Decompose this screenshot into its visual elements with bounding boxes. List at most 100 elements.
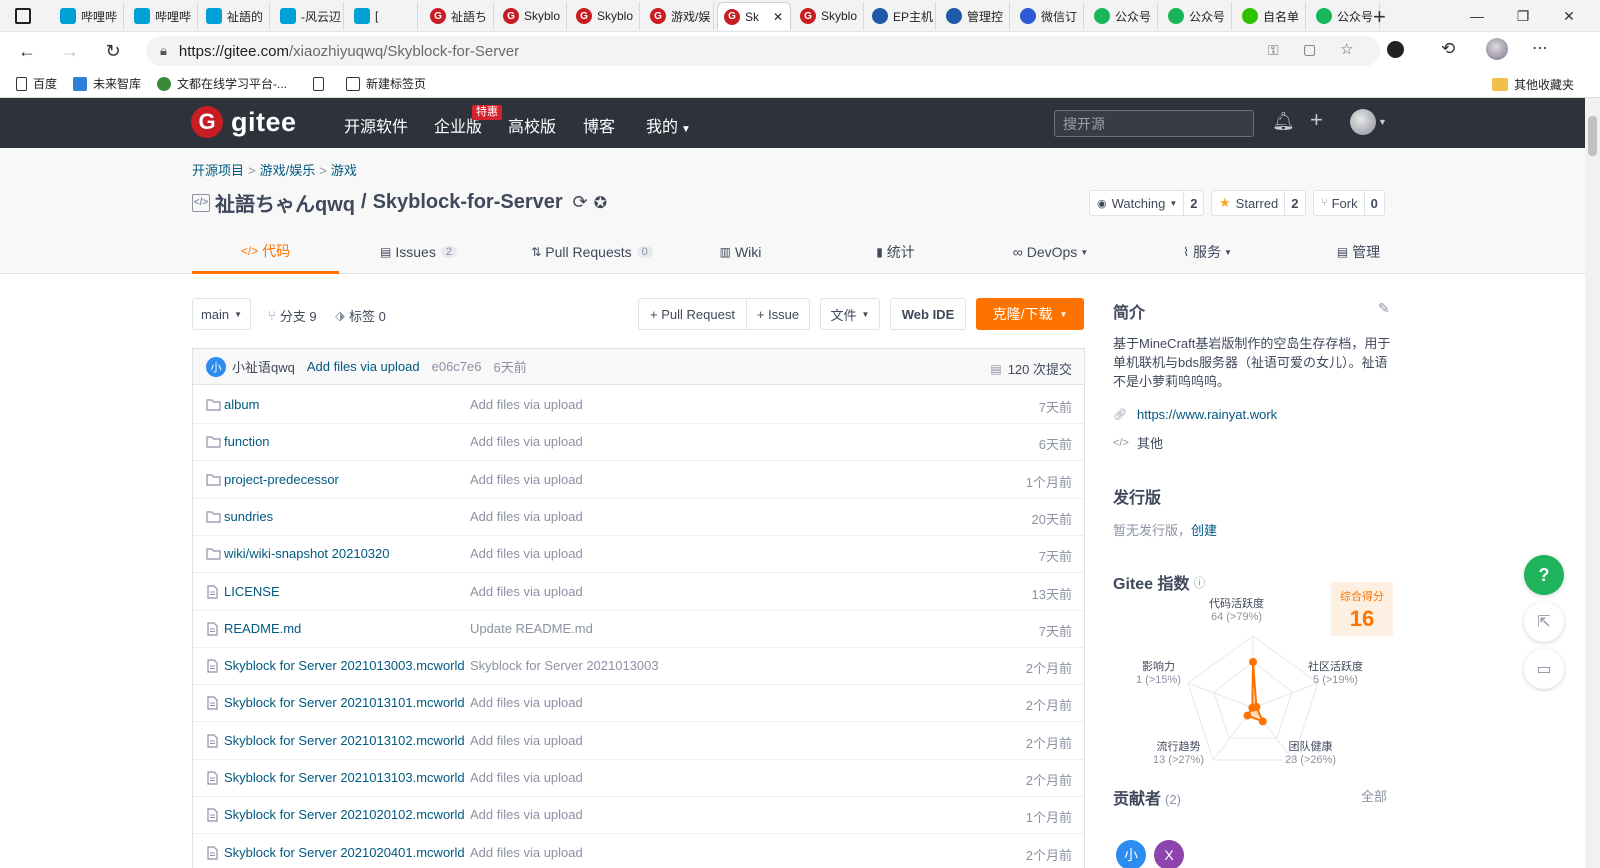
file-name[interactable]: LICENSE — [224, 584, 467, 599]
gvp-icon[interactable]: ✪ — [594, 193, 607, 213]
file-commit-message[interactable]: Add files via upload — [470, 434, 950, 449]
tab-pull-requests[interactable]: ⇅ Pull Requests 0 — [502, 230, 682, 274]
tab-manage[interactable]: ▤ 管理 — [1285, 230, 1432, 274]
branch-select[interactable]: main ▼ — [192, 298, 251, 330]
file-commit-message[interactable]: Add files via upload — [470, 695, 950, 710]
browser-tab[interactable]: 哔哩哔 — [54, 2, 124, 30]
close-window-icon[interactable]: ✕ — [1546, 0, 1592, 32]
file-row[interactable]: Skyblock for Server 2021013003.mcworld Sk… — [193, 647, 1084, 686]
other-bookmarks[interactable]: 其他收藏夹 — [1492, 76, 1574, 93]
project-owner[interactable]: 祉語ちゃんqwq — [215, 188, 355, 217]
fork-button[interactable]: ⑂ Fork 0 — [1313, 190, 1385, 216]
file-commit-message[interactable]: Add files via upload — [470, 546, 950, 561]
file-row[interactable]: function Add files via upload 6天前 — [193, 423, 1084, 462]
issue-button[interactable]: + Issue — [746, 298, 810, 330]
browser-tab[interactable]: G 祉語ち — [424, 2, 494, 30]
file-row[interactable]: project-predecessor Add files via upload 1… — [193, 461, 1084, 499]
file-name[interactable]: Skyblock for Server 2021020401.mcworld — [224, 845, 467, 860]
file-row[interactable]: README.md Update README.md 7天前 — [193, 610, 1084, 648]
file-row[interactable]: Skyblock for Server 2021020102.mcworld Ad… — [193, 796, 1084, 835]
file-commit-message[interactable]: Add files via upload — [470, 807, 950, 822]
file-name[interactable]: project-predecessor — [224, 472, 467, 487]
file-row[interactable]: Skyblock for Server 2021020401.mcworld Ad… — [193, 834, 1084, 868]
file-name[interactable]: README.md — [224, 621, 467, 636]
page-scrollbar[interactable] — [1585, 98, 1600, 868]
file-name[interactable]: Skyblock for Server 2021013102.mcworld — [224, 733, 467, 748]
browser-tab[interactable]: G 游戏/娱 — [644, 2, 714, 30]
commit-count-link[interactable]: ▤ 120 次提交 — [990, 359, 1072, 378]
nav-mine[interactable]: 我的 ▼ — [646, 113, 691, 137]
gitee-logo[interactable]: G gitee — [191, 106, 297, 138]
file-commit-message[interactable]: Update README.md — [470, 621, 950, 636]
browser-tab[interactable]: G Sk ✕ — [717, 2, 791, 30]
more-menu-icon[interactable]: ⋯ — [1532, 38, 1548, 58]
watch-count[interactable]: 2 — [1184, 196, 1203, 211]
user-avatar[interactable] — [1350, 109, 1376, 135]
star-button[interactable]: ★ Starred 2 — [1211, 190, 1306, 216]
back-icon[interactable]: ← — [13, 38, 41, 64]
browser-tab[interactable]: G Skyblo — [570, 2, 640, 30]
tab-issues[interactable]: ▤ Issues 2 — [345, 230, 492, 274]
project-name[interactable]: Skyblock-for-Server — [373, 191, 563, 214]
author-avatar[interactable]: 小 — [206, 356, 226, 377]
watch-button[interactable]: ◉ Watching ▼ 2 — [1089, 190, 1205, 216]
key-icon[interactable]: ⚿ — [1268, 42, 1279, 59]
browser-tab[interactable]: G Skyblo — [497, 2, 567, 30]
share-float-icon[interactable]: ⇱ — [1524, 602, 1564, 642]
nav-university[interactable]: 高校版 — [508, 113, 556, 137]
bookmark-newtab[interactable]: 新建标签页 — [346, 75, 426, 92]
browser-tab[interactable]: 公众号 — [1162, 2, 1232, 30]
breadcrumb-item[interactable]: 开源项目 — [192, 163, 244, 178]
file-commit-message[interactable]: Skyblock for Server 2021013003 — [470, 658, 950, 673]
file-commit-message[interactable]: Add files via upload — [470, 584, 950, 599]
contributor-avatar[interactable]: 小 — [1116, 840, 1146, 868]
tab-services[interactable]: ⌇ 服务 ▼ — [1134, 230, 1281, 274]
file-row[interactable]: Skyblock for Server 2021013103.mcworld Ad… — [193, 759, 1084, 797]
contributor-avatar[interactable]: X — [1154, 840, 1184, 868]
commit-message[interactable]: Add files via upload — [307, 359, 420, 374]
file-name[interactable]: Skyblock for Server 2021013101.mcworld — [224, 695, 467, 710]
file-row[interactable]: Skyblock for Server 2021013101.mcworld Ad… — [193, 684, 1084, 723]
branches-link[interactable]: ⑂ 分支 9 — [268, 306, 317, 325]
search-input[interactable]: 搜开源 — [1054, 110, 1254, 137]
bookmark-wendu[interactable]: 文都在线学习平台-... — [157, 75, 287, 92]
browser-tab[interactable]: -风云辺 — [274, 2, 344, 30]
tags-link[interactable]: ⬗ 标签 0 — [335, 306, 386, 325]
browser-tab[interactable]: G Skyblo — [794, 2, 864, 30]
browser-tab[interactable]: 管理控 — [940, 2, 1010, 30]
file-commit-message[interactable]: Add files via upload — [470, 845, 950, 860]
browser-tab[interactable]: 哔哩哔 — [128, 2, 198, 30]
commit-hash[interactable]: e06c7e6 — [432, 359, 482, 374]
browser-tab[interactable]: 公众号 — [1310, 2, 1380, 30]
clone-download-button[interactable]: 克隆/下载 ▼ — [976, 298, 1084, 330]
breadcrumb-item[interactable]: 游戏/娱乐 — [260, 163, 316, 178]
plus-icon[interactable]: + — [1310, 107, 1323, 133]
contributors-all-link[interactable]: 全部 — [1361, 786, 1387, 805]
sync-icon[interactable]: ⟳ — [573, 192, 588, 213]
browser-tab[interactable]: EP主机 — [866, 2, 936, 30]
extension-icon[interactable] — [1387, 41, 1404, 58]
file-name[interactable]: function — [224, 434, 467, 449]
bell-icon[interactable]: 🔔︎ — [1272, 111, 1295, 132]
tab-devops[interactable]: ∞ DevOps ▼ — [977, 230, 1124, 274]
edit-icon[interactable]: ✎ — [1378, 300, 1390, 317]
create-release-link[interactable]: 创建 — [1191, 523, 1217, 538]
website-link[interactable]: 🔗︎ https://www.rainyat.work — [1113, 407, 1277, 422]
file-name[interactable]: Skyblock for Server 2021013103.mcworld — [224, 770, 467, 785]
tab-stats[interactable]: ▮ 统计 — [822, 230, 969, 274]
pull-request-button[interactable]: + Pull Request — [638, 298, 747, 330]
file-commit-message[interactable]: Add files via upload — [470, 770, 950, 785]
tab-actions-icon[interactable] — [15, 8, 31, 24]
file-name[interactable]: album — [224, 397, 467, 412]
browser-tab[interactable]: 祉語的 — [200, 2, 270, 30]
scrollbar-thumb[interactable] — [1588, 116, 1597, 156]
forward-icon[interactable]: → — [56, 38, 84, 64]
file-commit-message[interactable]: Add files via upload — [470, 733, 950, 748]
caret-down-icon[interactable]: ▼ — [1378, 117, 1387, 127]
bookmark-baidu[interactable]: 百度 — [16, 75, 57, 92]
browser-tab[interactable]: 自名单 — [1236, 2, 1306, 30]
restore-icon[interactable]: ❐ — [1500, 0, 1546, 32]
file-commit-message[interactable]: Add files via upload — [470, 509, 950, 524]
browser-tab[interactable]: [ — [348, 2, 418, 30]
nav-open-source[interactable]: 开源软件 — [344, 113, 408, 137]
